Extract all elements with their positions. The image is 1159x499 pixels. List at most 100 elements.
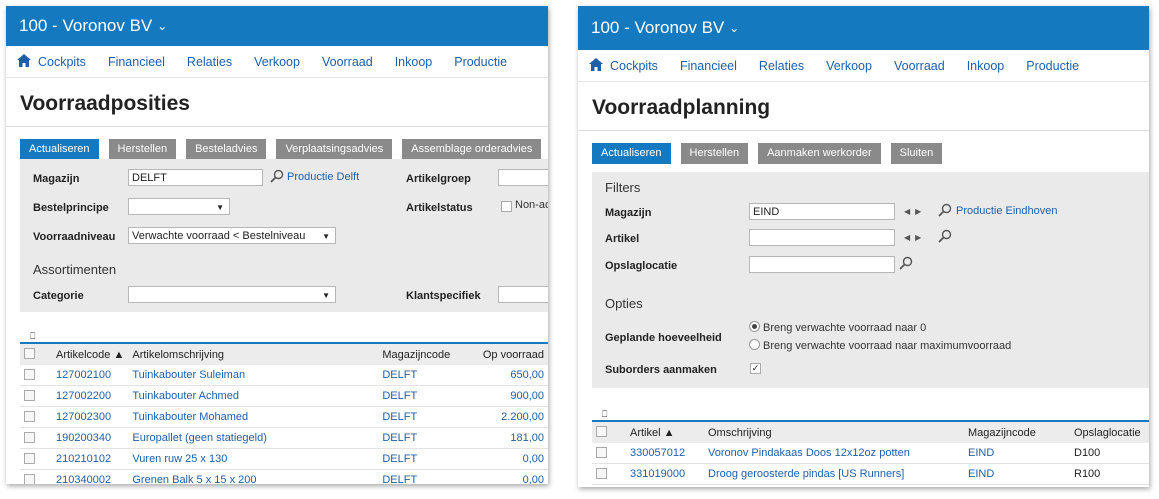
bestelprincipe-select[interactable]: ▼ (128, 198, 230, 215)
col-artikel[interactable]: Artikel ▲ (626, 420, 704, 443)
actualiseren-button[interactable]: Actualiseren (592, 143, 671, 164)
op-voorraad-link[interactable]: 900,00 (476, 385, 548, 407)
magazijncode-link[interactable]: DELFT (378, 406, 477, 428)
categorie-select[interactable]: ▼ (128, 286, 336, 303)
sluiten-button[interactable]: Sluiten (890, 143, 943, 164)
suborders-checkbox[interactable]: ✓ (750, 363, 761, 374)
nav-productie[interactable]: Productie (454, 55, 507, 69)
filter-panel: Magazijn DELFT Productie Delft Artikelgr… (20, 159, 548, 312)
nav-voorraad[interactable]: Voorraad (322, 55, 373, 69)
prev-next-icon[interactable]: ◀▶ (904, 233, 926, 242)
magazijn-link[interactable]: Productie Eindhoven (956, 205, 1058, 217)
nav-productie[interactable]: Productie (1026, 59, 1079, 73)
herstellen-button[interactable]: Herstellen (108, 139, 177, 160)
voorraadniveau-select[interactable]: Verwachte voorraad < Bestelniveau ▼ (128, 227, 336, 244)
row-checkbox[interactable] (20, 385, 52, 407)
op-voorraad-link[interactable]: 181,00 (476, 427, 548, 449)
artikelomschrijving-link[interactable]: Vuren ruw 25 x 130 (128, 448, 379, 470)
magazijncode-link[interactable]: DELFT (378, 469, 477, 484)
nav-voorraad[interactable]: Voorraad (894, 59, 945, 73)
omschrijving-link[interactable]: Voronov Pindakaas Doos 12x12oz potten (704, 443, 964, 464)
nav-verkoop[interactable]: Verkoop (826, 59, 872, 73)
artikelomschrijving-link[interactable]: Tuinkabouter Achmed (128, 385, 379, 407)
row-checkbox[interactable] (592, 443, 626, 464)
artikelomschrijving-link[interactable]: Tuinkabouter Mohamed (128, 406, 379, 428)
artikelomschrijving-link[interactable]: Tuinkabouter Suleiman (128, 365, 379, 386)
actualiseren-button[interactable]: Actualiseren (20, 139, 99, 160)
artikel-input[interactable] (749, 229, 895, 246)
artikelcode-link[interactable]: 210340002 (52, 469, 129, 484)
search-icon[interactable] (899, 256, 913, 273)
search-icon[interactable] (938, 203, 952, 220)
herstellen-button[interactable]: Herstellen (680, 143, 749, 164)
col-artikelcode[interactable]: Artikelcode ▲ (52, 342, 129, 365)
artikelcode-link[interactable]: 127002200 (52, 385, 129, 407)
row-checkbox[interactable] (20, 365, 52, 386)
artikelomschrijving-link[interactable]: Europallet (geen statiegeld) (128, 427, 379, 449)
op-voorraad-link[interactable]: 650,00 (476, 365, 548, 386)
magazijn-input[interactable]: DELFT (128, 169, 263, 186)
artikelcode-link[interactable]: 127002100 (52, 365, 129, 386)
nav-inkoop[interactable]: Inkoop (395, 55, 433, 69)
nav-inkoop[interactable]: Inkoop (967, 59, 1005, 73)
col-omschrijving[interactable]: Omschrijving (704, 420, 964, 443)
artikelstatus-checkbox[interactable] (501, 201, 512, 212)
row-checkbox[interactable] (20, 406, 52, 428)
nav-relaties[interactable]: Relaties (187, 55, 232, 69)
radio-verwachte-voorraad-0[interactable]: Breng verwachte voorraad naar 0 (749, 321, 926, 334)
magazijncode-link[interactable]: DELFT (378, 448, 477, 470)
pin-icon[interactable]: ⎕ (602, 409, 607, 420)
magazijncode-link[interactable]: DELFT (378, 385, 477, 407)
aanmaken-werkorder-button[interactable]: Aanmaken werkorder (758, 143, 881, 164)
artikel-link[interactable]: 331019000 (626, 463, 704, 485)
radio-verwachte-voorraad-max[interactable]: Breng verwachte voorraad naar maximumvoo… (749, 339, 1011, 352)
magazijn-link[interactable]: Productie Delft (287, 171, 359, 183)
op-voorraad-link[interactable]: 0,00 (476, 469, 548, 484)
nav-verkoop[interactable]: Verkoop (254, 55, 300, 69)
artikelcode-link[interactable]: 190200340 (52, 427, 129, 449)
home-icon[interactable] (582, 57, 610, 74)
artikelcode-link[interactable]: 127002300 (52, 406, 129, 428)
company-selector[interactable]: 100 - Voronov BV ⌄ (6, 6, 548, 46)
magazijncode-link[interactable]: DELFT (378, 427, 477, 449)
col-op-voorraad[interactable]: Op voorraad (476, 342, 548, 365)
artikelgroep-input[interactable] (498, 169, 548, 186)
magazijn-label: Magazijn (605, 207, 652, 219)
col-artikelomschrijving[interactable]: Artikelomschrijving (128, 342, 379, 365)
artikelomschrijving-link[interactable]: Grenen Balk 5 x 15 x 200 (128, 469, 379, 484)
nav-cockpits[interactable]: Cockpits (38, 55, 86, 69)
company-selector[interactable]: 100 - Voronov BV ⌄ (578, 6, 1149, 50)
col-opslaglocatie[interactable]: Opslaglocatie (1070, 420, 1149, 443)
row-checkbox[interactable] (20, 427, 52, 449)
prev-next-icon[interactable]: ◀▶ (904, 207, 926, 216)
besteladvies-button[interactable]: Besteladvies (186, 139, 267, 160)
verplaatsingsadvies-button[interactable]: Verplaatsingsadvies (276, 139, 393, 160)
klantspecifiek-input[interactable] (498, 286, 548, 303)
artikel-link[interactable]: 330057012 (626, 443, 704, 464)
magazijn-input[interactable]: EIND (749, 203, 895, 220)
col-magazijncode[interactable]: Magazijncode (964, 420, 1070, 443)
search-icon[interactable] (270, 169, 284, 186)
row-checkbox[interactable] (20, 448, 52, 470)
op-voorraad-link[interactable]: 2.200,00 (476, 406, 548, 428)
nav-financieel[interactable]: Financieel (108, 55, 165, 69)
row-checkbox[interactable] (20, 469, 52, 484)
row-checkbox[interactable] (592, 463, 626, 485)
artikelcode-link[interactable]: 210210102 (52, 448, 129, 470)
col-magazijncode[interactable]: Magazijncode (378, 342, 477, 365)
pin-icon[interactable]: ⎕ (30, 331, 35, 342)
magazijncode-link[interactable]: EIND (964, 463, 1070, 485)
search-icon[interactable] (938, 229, 952, 246)
opslaglocatie-input[interactable] (749, 256, 895, 273)
nav-relaties[interactable]: Relaties (759, 59, 804, 73)
select-all-checkbox[interactable] (20, 342, 52, 365)
select-all-checkbox[interactable] (592, 420, 626, 443)
assemblage-orderadvies-button[interactable]: Assemblage orderadvies (402, 139, 542, 160)
nav-cockpits[interactable]: Cockpits (610, 59, 658, 73)
nav-financieel[interactable]: Financieel (680, 59, 737, 73)
magazijncode-link[interactable]: DELFT (378, 365, 477, 386)
omschrijving-link[interactable]: Droog geroosterde pindas [US Runners] (704, 463, 964, 485)
home-icon[interactable] (10, 53, 38, 70)
magazijncode-link[interactable]: EIND (964, 443, 1070, 464)
op-voorraad-link[interactable]: 0,00 (476, 448, 548, 470)
